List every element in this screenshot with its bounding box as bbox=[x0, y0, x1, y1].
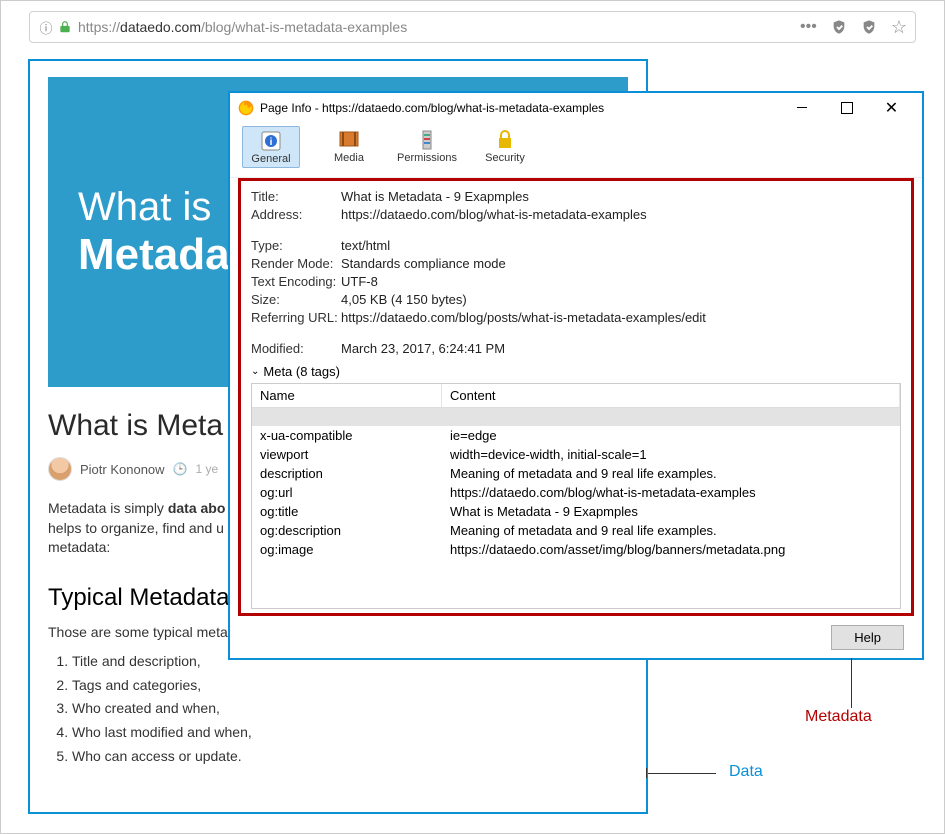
meta-col-name[interactable]: Name bbox=[252, 384, 442, 407]
lock-icon bbox=[58, 20, 72, 34]
pocket-icon-2[interactable] bbox=[861, 19, 877, 35]
meta-content: Meaning of metadata and 9 real life exam… bbox=[442, 464, 900, 483]
avatar bbox=[48, 457, 72, 481]
address-bar[interactable]: ⓘ https://dataedo.com/blog/what-is-metad… bbox=[29, 11, 916, 43]
table-row[interactable]: og:imagehttps://dataedo.com/asset/img/bl… bbox=[252, 540, 900, 559]
row-size-value: 4,05 KB (4 150 bytes) bbox=[341, 292, 901, 307]
svg-text:i: i bbox=[270, 137, 273, 148]
callout-data: Data bbox=[729, 763, 763, 781]
table-row[interactable]: og:urlhttps://dataedo.com/blog/what-is-m… bbox=[252, 483, 900, 502]
row-address-value: https://dataedo.com/blog/what-is-metadat… bbox=[341, 207, 901, 222]
firefox-icon bbox=[238, 100, 254, 116]
meta-content: Meaning of metadata and 9 real life exam… bbox=[442, 521, 900, 540]
row-type-value: text/html bbox=[341, 238, 901, 253]
minimize-button[interactable] bbox=[779, 93, 824, 122]
maximize-button[interactable] bbox=[824, 93, 869, 122]
row-modified-label: Modified: bbox=[251, 341, 341, 356]
list-item: Who created and when, bbox=[72, 697, 628, 721]
row-encoding-value: UTF-8 bbox=[341, 274, 901, 289]
table-row[interactable]: viewportwidth=device-width, initial-scal… bbox=[252, 445, 900, 464]
meta-selected-row[interactable] bbox=[252, 408, 900, 426]
window-titlebar[interactable]: Page Info - https://dataedo.com/blog/wha… bbox=[230, 93, 922, 122]
tab-general[interactable]: i General bbox=[242, 126, 300, 168]
row-type-label: Type: bbox=[251, 238, 341, 253]
row-address-label: Address: bbox=[251, 207, 341, 222]
tab-security[interactable]: Security bbox=[476, 126, 534, 166]
help-button[interactable]: Help bbox=[831, 625, 904, 650]
metadata-list: Title and description,Tags and categorie… bbox=[48, 650, 628, 769]
row-rendermode-value: Standards compliance mode bbox=[341, 256, 901, 271]
info-grid: Title:What is Metadata - 9 Exapmples Add… bbox=[251, 189, 901, 356]
meta-content: https://dataedo.com/blog/what-is-metadat… bbox=[442, 483, 900, 502]
clock-icon: 🕒 bbox=[173, 462, 188, 476]
meta-content: ie=edge bbox=[442, 426, 900, 445]
dialog-footer: Help bbox=[230, 616, 922, 658]
row-encoding-label: Text Encoding: bbox=[251, 274, 341, 289]
callout-line-metadata bbox=[851, 658, 852, 708]
meta-name: og:url bbox=[252, 483, 442, 502]
meta-name: og:title bbox=[252, 502, 442, 521]
security-icon bbox=[493, 128, 517, 152]
list-item: Tags and categories, bbox=[72, 674, 628, 698]
list-item: Who last modified and when, bbox=[72, 721, 628, 745]
table-row[interactable]: x-ua-compatibleie=edge bbox=[252, 426, 900, 445]
meta-name: viewport bbox=[252, 445, 442, 464]
meta-name: og:image bbox=[252, 540, 442, 559]
meta-name: og:description bbox=[252, 521, 442, 540]
callout-tick-data bbox=[646, 768, 647, 778]
metadata-region: Title:What is Metadata - 9 Exapmples Add… bbox=[238, 178, 914, 616]
page-info-dialog: Page Info - https://dataedo.com/blog/wha… bbox=[228, 91, 924, 660]
page-actions-icon[interactable]: ••• bbox=[800, 18, 817, 36]
meta-col-content[interactable]: Content bbox=[442, 384, 900, 407]
callout-line-data bbox=[648, 773, 716, 774]
window-title: Page Info - https://dataedo.com/blog/wha… bbox=[260, 101, 604, 115]
meta-content: width=device-width, initial-scale=1 bbox=[442, 445, 900, 464]
time-ago: 1 ye bbox=[196, 462, 219, 476]
bookmark-star-icon[interactable]: ☆ bbox=[891, 17, 907, 38]
dialog-toolbar: i General Media Permissions Security bbox=[230, 122, 922, 178]
list-item: Who can access or update. bbox=[72, 745, 628, 769]
row-rendermode-label: Render Mode: bbox=[251, 256, 341, 271]
table-row[interactable]: og:titleWhat is Metadata - 9 Exapmples bbox=[252, 502, 900, 521]
meta-content: What is Metadata - 9 Exapmples bbox=[442, 502, 900, 521]
tab-permissions[interactable]: Permissions bbox=[398, 126, 456, 166]
callout-metadata: Metadata bbox=[805, 708, 872, 726]
tab-media[interactable]: Media bbox=[320, 126, 378, 166]
pocket-icon[interactable] bbox=[831, 19, 847, 35]
row-title-label: Title: bbox=[251, 189, 341, 204]
permissions-icon bbox=[415, 128, 439, 152]
info-icon[interactable]: ⓘ bbox=[38, 19, 54, 35]
url-text[interactable]: https://dataedo.com/blog/what-is-metadat… bbox=[78, 19, 407, 35]
author-name[interactable]: Piotr Kononow bbox=[80, 462, 165, 477]
meta-section-toggle[interactable]: ⌄ Meta (8 tags) bbox=[251, 364, 901, 379]
meta-name: x-ua-compatible bbox=[252, 426, 442, 445]
close-button[interactable]: ✕ bbox=[869, 93, 914, 122]
row-modified-value: March 23, 2017, 6:24:41 PM bbox=[341, 341, 901, 356]
table-row[interactable]: og:descriptionMeaning of metadata and 9 … bbox=[252, 521, 900, 540]
general-icon: i bbox=[259, 129, 283, 153]
row-referrer-value: https://dataedo.com/blog/posts/what-is-m… bbox=[341, 310, 901, 325]
row-title-value: What is Metadata - 9 Exapmples bbox=[341, 189, 901, 204]
meta-table[interactable]: Name Content x-ua-compatibleie=edgeviewp… bbox=[251, 383, 901, 609]
row-referrer-label: Referring URL: bbox=[251, 310, 341, 325]
table-row[interactable]: descriptionMeaning of metadata and 9 rea… bbox=[252, 464, 900, 483]
chevron-down-icon: ⌄ bbox=[251, 366, 259, 377]
meta-name: description bbox=[252, 464, 442, 483]
media-icon bbox=[337, 128, 361, 152]
row-size-label: Size: bbox=[251, 292, 341, 307]
meta-content: https://dataedo.com/asset/img/blog/banne… bbox=[442, 540, 900, 559]
